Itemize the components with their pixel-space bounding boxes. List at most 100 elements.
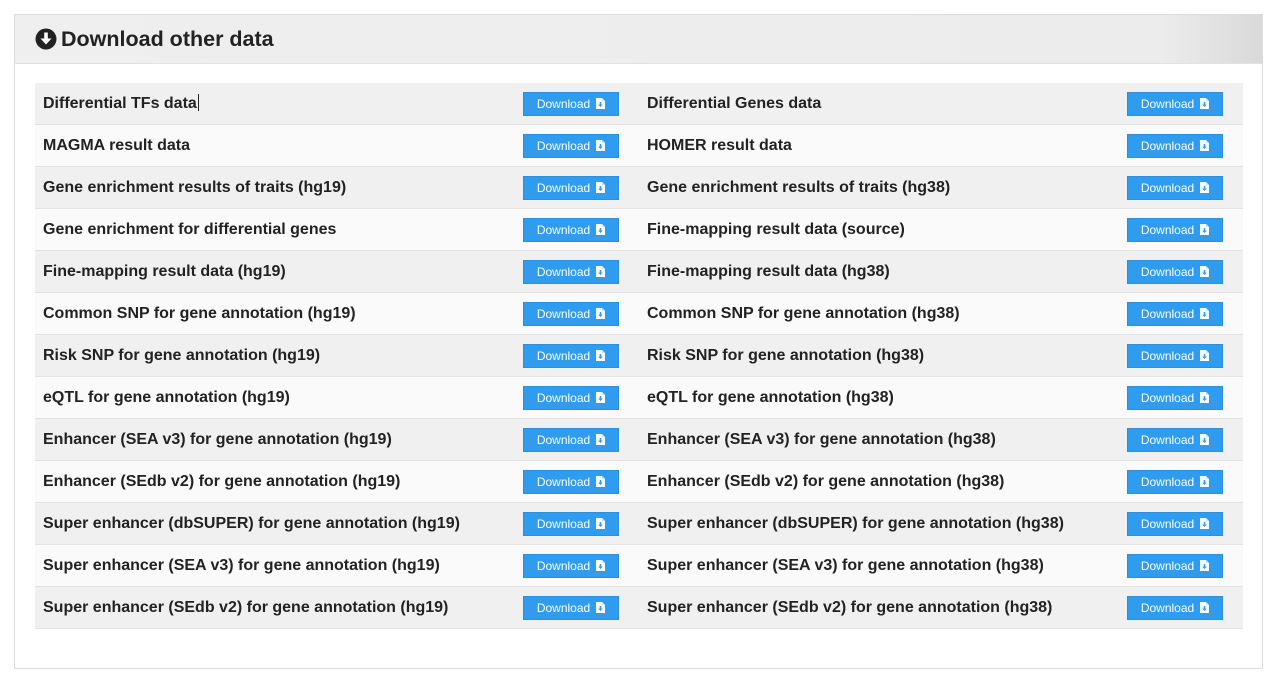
table-row: Super enhancer (SEdb v2) for gene annota… bbox=[35, 587, 1243, 629]
download-button[interactable]: Download bbox=[523, 553, 619, 578]
text-cursor bbox=[197, 94, 199, 111]
table-cell: Super enhancer (SEA v3) for gene annotat… bbox=[35, 545, 639, 586]
table-row: Super enhancer (dbSUPER) for gene annota… bbox=[35, 503, 1243, 545]
file-download-icon bbox=[1200, 266, 1210, 277]
download-button[interactable]: Download bbox=[1127, 511, 1223, 536]
table-cell: Risk SNP for gene annotation (hg38) Downl… bbox=[639, 335, 1243, 376]
dataset-label: MAGMA result data bbox=[43, 136, 190, 154]
file-download-icon bbox=[596, 392, 606, 403]
file-download-icon bbox=[1200, 434, 1210, 445]
download-panel: Download other data Differential TFs dat… bbox=[14, 14, 1263, 669]
table-cell: Differential TFs data Download bbox=[35, 83, 639, 124]
file-download-icon bbox=[596, 266, 606, 277]
dataset-label: Super enhancer (dbSUPER) for gene annota… bbox=[43, 514, 460, 532]
dataset-label: Fine-mapping result data (source) bbox=[647, 220, 905, 238]
table-row: Enhancer (SEA v3) for gene annotation (h… bbox=[35, 419, 1243, 461]
dataset-label: HOMER result data bbox=[647, 136, 792, 154]
download-button[interactable]: Download bbox=[1127, 217, 1223, 242]
table-cell: Enhancer (SEA v3) for gene annotation (h… bbox=[35, 419, 639, 460]
download-button[interactable]: Download bbox=[523, 259, 619, 284]
download-button[interactable]: Download bbox=[523, 385, 619, 410]
download-button-label: Download bbox=[536, 348, 591, 363]
panel-header: Download other data bbox=[15, 15, 1262, 64]
table-cell: Gene enrichment results of traits (hg38)… bbox=[639, 167, 1243, 208]
download-button-label: Download bbox=[536, 96, 591, 111]
table-cell: Fine-mapping result data (source) Downloa… bbox=[639, 209, 1243, 250]
download-button-label: Download bbox=[536, 558, 591, 573]
download-button-label: Download bbox=[1140, 558, 1195, 573]
download-button[interactable]: Download bbox=[1127, 553, 1223, 578]
download-button[interactable]: Download bbox=[1127, 133, 1223, 158]
download-button-label: Download bbox=[536, 600, 591, 615]
table-cell: Enhancer (SEdb v2) for gene annotation (… bbox=[35, 461, 639, 502]
dataset-label: Common SNP for gene annotation (hg19) bbox=[43, 304, 356, 322]
dataset-label: Gene enrichment results of traits (hg19) bbox=[43, 178, 347, 196]
download-button[interactable]: Download bbox=[523, 217, 619, 242]
download-button-label: Download bbox=[536, 180, 591, 195]
file-download-icon bbox=[1200, 518, 1210, 529]
file-download-icon bbox=[1200, 98, 1210, 109]
download-button[interactable]: Download bbox=[523, 91, 619, 116]
download-button[interactable]: Download bbox=[1127, 175, 1223, 200]
download-button[interactable]: Download bbox=[523, 427, 619, 452]
dataset-label: Super enhancer (SEA v3) for gene annotat… bbox=[43, 556, 440, 574]
file-download-icon bbox=[596, 308, 606, 319]
dataset-label: Enhancer (SEA v3) for gene annotation (h… bbox=[43, 430, 392, 448]
download-button[interactable]: Download bbox=[1127, 427, 1223, 452]
dataset-label: Gene enrichment for differential genes bbox=[43, 220, 337, 238]
download-button[interactable]: Download bbox=[1127, 343, 1223, 368]
file-download-icon bbox=[596, 602, 606, 613]
table-row: Gene enrichment for differential genes Do… bbox=[35, 209, 1243, 251]
file-download-icon bbox=[1200, 392, 1210, 403]
download-button[interactable]: Download bbox=[523, 469, 619, 494]
dataset-label: eQTL for gene annotation (hg38) bbox=[647, 388, 894, 406]
table-row: Super enhancer (SEA v3) for gene annotat… bbox=[35, 545, 1243, 587]
download-button[interactable]: Download bbox=[523, 175, 619, 200]
download-table: Differential TFs data Download Differentia… bbox=[35, 83, 1243, 629]
download-button[interactable]: Download bbox=[1127, 301, 1223, 326]
download-button[interactable]: Download bbox=[523, 343, 619, 368]
table-row: Gene enrichment results of traits (hg19)… bbox=[35, 167, 1243, 209]
table-cell: eQTL for gene annotation (hg38) Download bbox=[639, 377, 1243, 418]
table-cell: Fine-mapping result data (hg19) Download bbox=[35, 251, 639, 292]
file-download-icon bbox=[1200, 560, 1210, 571]
dataset-label: Fine-mapping result data (hg19) bbox=[43, 262, 286, 280]
table-cell: Super enhancer (SEdb v2) for gene annota… bbox=[639, 587, 1243, 628]
dataset-label: Super enhancer (SEdb v2) for gene annota… bbox=[43, 598, 449, 616]
file-download-icon bbox=[596, 350, 606, 361]
download-button-label: Download bbox=[1140, 96, 1195, 111]
table-cell: Super enhancer (dbSUPER) for gene annota… bbox=[639, 503, 1243, 544]
download-button[interactable]: Download bbox=[1127, 259, 1223, 284]
file-download-icon bbox=[1200, 224, 1210, 235]
download-button[interactable]: Download bbox=[523, 595, 619, 620]
file-download-icon bbox=[596, 182, 606, 193]
download-button[interactable]: Download bbox=[1127, 91, 1223, 116]
table-row: Differential TFs data Download Differentia… bbox=[35, 83, 1243, 125]
file-download-icon bbox=[596, 98, 606, 109]
dataset-label: Differential Genes data bbox=[647, 94, 822, 112]
download-button[interactable]: Download bbox=[523, 511, 619, 536]
download-button-label: Download bbox=[1140, 348, 1195, 363]
dataset-label: Fine-mapping result data (hg38) bbox=[647, 262, 890, 280]
dataset-label: Common SNP for gene annotation (hg38) bbox=[647, 304, 960, 322]
table-row: Enhancer (SEdb v2) for gene annotation (… bbox=[35, 461, 1243, 503]
download-button[interactable]: Download bbox=[523, 133, 619, 158]
download-button[interactable]: Download bbox=[1127, 385, 1223, 410]
download-button[interactable]: Download bbox=[523, 301, 619, 326]
download-button[interactable]: Download bbox=[1127, 595, 1223, 620]
table-cell: Fine-mapping result data (hg38) Download bbox=[639, 251, 1243, 292]
dataset-label: Super enhancer (SEdb v2) for gene annota… bbox=[647, 598, 1053, 616]
circle-arrow-down-icon bbox=[35, 28, 57, 50]
file-download-icon bbox=[596, 140, 606, 151]
file-download-icon bbox=[1200, 350, 1210, 361]
table-cell: HOMER result data Download bbox=[639, 125, 1243, 166]
download-button-label: Download bbox=[1140, 138, 1195, 153]
file-download-icon bbox=[596, 476, 606, 487]
download-button-label: Download bbox=[1140, 600, 1195, 615]
download-button-label: Download bbox=[536, 264, 591, 279]
table-cell: Enhancer (SEdb v2) for gene annotation (… bbox=[639, 461, 1243, 502]
table-cell: eQTL for gene annotation (hg19) Download bbox=[35, 377, 639, 418]
table-cell: Differential Genes data Download bbox=[639, 83, 1243, 124]
download-button-label: Download bbox=[1140, 516, 1195, 531]
download-button[interactable]: Download bbox=[1127, 469, 1223, 494]
